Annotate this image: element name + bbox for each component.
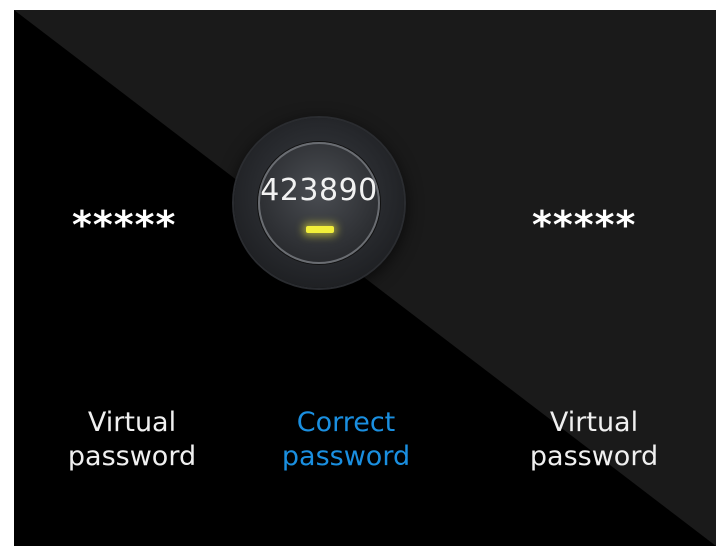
password-display-panel: ***** 423890 ***** Virtual password Corr… <box>14 10 716 546</box>
password-dial-face: 423890 <box>258 142 380 264</box>
right-virtual-password-label: Virtual password <box>519 406 669 474</box>
center-label-line1: Correct <box>296 407 396 438</box>
left-label-line1: Virtual <box>87 407 177 438</box>
yellow-indicator-light <box>306 226 334 233</box>
left-masked-password: ***** <box>72 203 177 247</box>
left-label-line2: password <box>67 441 197 472</box>
right-masked-password: ***** <box>532 203 637 247</box>
right-label-line1: Virtual <box>549 407 639 438</box>
right-label-line2: password <box>529 441 659 472</box>
center-label-line2: password <box>281 441 411 472</box>
correct-password-code: 423890 <box>260 173 378 208</box>
correct-password-label: Correct password <box>264 406 428 474</box>
password-dial: 423890 <box>234 118 404 288</box>
left-virtual-password-label: Virtual password <box>62 406 202 474</box>
